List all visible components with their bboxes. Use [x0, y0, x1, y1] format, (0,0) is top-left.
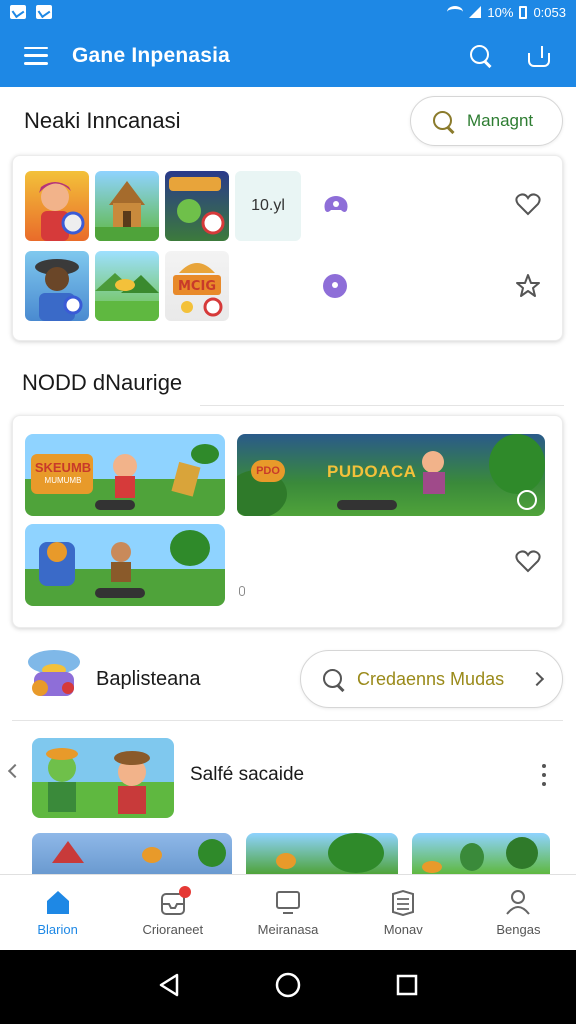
- notification-badge: [178, 886, 191, 898]
- more-vert-icon[interactable]: [542, 764, 546, 786]
- category-label: Baplisteana: [96, 668, 201, 690]
- app-title: Gane Inpenasia: [72, 43, 231, 67]
- recent-apps-icon[interactable]: [396, 974, 418, 1001]
- game-tile[interactable]: [25, 251, 89, 321]
- nav-label: Crioraneet: [142, 922, 204, 937]
- svg-text:MCIG: MCIG: [178, 279, 216, 294]
- game-banner[interactable]: PDO PUDOACA: [237, 434, 545, 516]
- app-bar: Gane Inpenasia: [0, 24, 576, 87]
- menu-icon[interactable]: [24, 46, 48, 65]
- profile-icon: [506, 890, 531, 915]
- battery-icon: [519, 5, 528, 19]
- status-bar: 10% 0:053: [0, 0, 576, 24]
- game-banner[interactable]: [25, 524, 225, 606]
- nav-label: Bengas: [496, 922, 541, 937]
- chevron-left-icon[interactable]: [7, 763, 23, 779]
- book-icon: [392, 889, 415, 916]
- favorite-icon[interactable]: [515, 549, 541, 573]
- favorite-icon[interactable]: [515, 192, 541, 216]
- monitor-icon: [276, 891, 300, 914]
- download-icon[interactable]: [526, 43, 552, 69]
- game-thumbnail[interactable]: [32, 738, 174, 818]
- game-grid-card: 10.yl MCIG: [12, 155, 563, 341]
- nav-item-home[interactable]: Blarion: [0, 875, 115, 950]
- nav-label: Monav: [383, 922, 423, 937]
- battery-percent: 10%: [487, 4, 514, 20]
- manage-button-label: Managnt: [467, 111, 534, 130]
- game-tile[interactable]: [95, 251, 159, 321]
- game-tile[interactable]: [25, 171, 89, 241]
- search-pill[interactable]: Credaenns Mudas: [300, 650, 563, 708]
- controller-icon[interactable]: [323, 194, 349, 216]
- system-navigation-bar: [0, 950, 576, 1024]
- star-icon[interactable]: [515, 273, 541, 299]
- game-thumbnail[interactable]: [412, 833, 550, 874]
- game-title: Salfé sacaide: [190, 764, 305, 785]
- home-button-icon[interactable]: [275, 972, 301, 1003]
- back-icon[interactable]: [158, 973, 180, 1002]
- chat-icon[interactable]: [323, 274, 347, 298]
- search-icon[interactable]: [468, 43, 494, 69]
- nav-item-inbox[interactable]: Crioraneet: [115, 875, 230, 950]
- section-header-1: Neaki Inncanasi Managnt: [0, 92, 576, 150]
- bottom-navigation: Blarion Crioraneet Meiranasa Monav Benga…: [0, 874, 576, 950]
- game-tile[interactable]: MCIG: [165, 251, 229, 321]
- search-icon: [431, 109, 455, 133]
- nav-item-profile[interactable]: Bengas: [461, 875, 576, 950]
- game-thumbnail[interactable]: [32, 833, 232, 874]
- notification-icon: [10, 5, 26, 19]
- signal-icon: [469, 6, 482, 18]
- banner-badge: PDO: [251, 460, 285, 482]
- nav-label: Meiranasa: [257, 922, 319, 937]
- home-icon: [46, 891, 69, 914]
- game-thumbnail[interactable]: [246, 833, 398, 874]
- game-tile[interactable]: [95, 171, 159, 241]
- divider: [12, 720, 563, 721]
- search-pill-label: Credaenns Mudas: [357, 668, 505, 689]
- nav-label: Blarion: [37, 922, 78, 937]
- clock: 0:053: [533, 4, 566, 20]
- chevron-right-icon: [529, 671, 545, 687]
- banner-title: SKEUMB: [34, 460, 92, 475]
- game-tile[interactable]: [165, 171, 229, 241]
- divider: [200, 405, 564, 406]
- nav-item-book[interactable]: Monav: [346, 875, 461, 950]
- image-notification-icon: [36, 5, 52, 19]
- game-banner[interactable]: SKEUMB MUMUMB: [25, 434, 225, 516]
- category-icon[interactable]: [24, 648, 84, 708]
- banner-title: PUDOACA: [327, 462, 417, 481]
- nav-item-monitor[interactable]: Meiranasa: [230, 875, 345, 950]
- section-title: Neaki Inncanasi: [24, 108, 181, 133]
- count-badge: 10.yl: [235, 171, 301, 241]
- manage-button[interactable]: Managnt: [410, 96, 563, 146]
- search-icon: [321, 667, 345, 691]
- banner-subtitle: MUMUMB: [44, 476, 82, 485]
- featured-card: SKEUMB MUMUMB PDO PUDOACA: [12, 415, 563, 628]
- section-title-2: NODD dNaurige: [22, 370, 183, 395]
- more-indicator-icon: [239, 586, 245, 596]
- wifi-icon: [447, 6, 464, 18]
